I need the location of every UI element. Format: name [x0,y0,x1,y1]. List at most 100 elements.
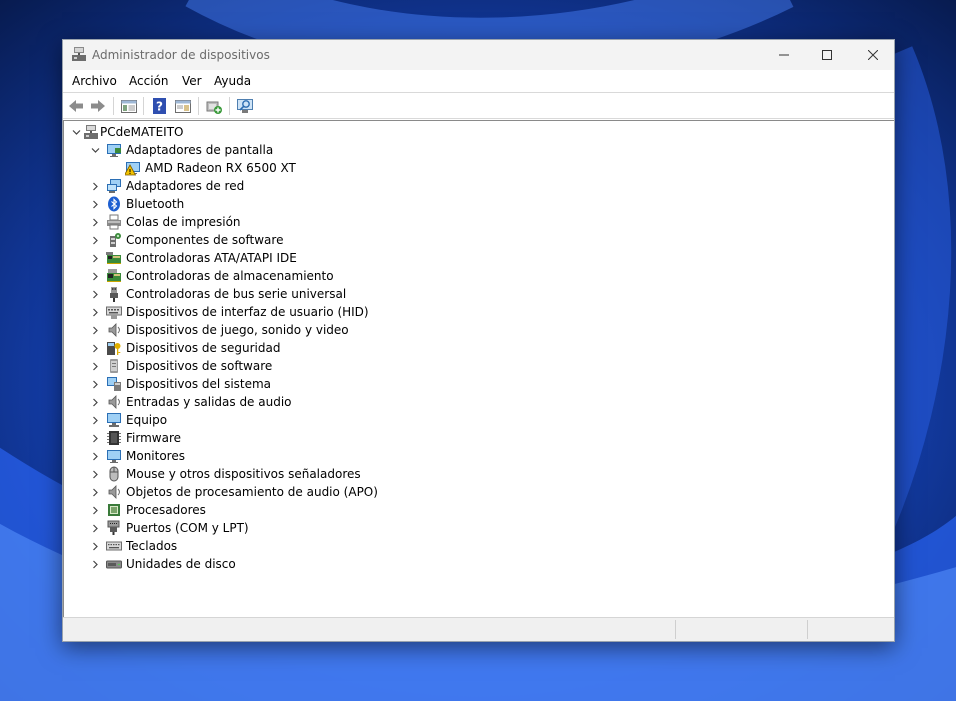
toolbar-separator [198,97,199,115]
chevron-down-icon[interactable] [90,141,100,159]
forward-arrow-icon [91,100,105,112]
computer-tower-icon [83,124,99,140]
tree-category-label: Dispositivos del sistema [126,377,272,391]
speaker-icon [106,322,122,338]
update-driver-icon [206,101,222,114]
tree-category-label: Firmware [126,431,181,445]
tree-category-label: Puertos (COM y LPT) [126,521,249,535]
chevron-right-icon[interactable] [90,393,100,411]
menu-ayuda[interactable]: Ayuda [210,70,255,92]
keyboard-icon [106,538,122,554]
chevron-right-icon[interactable] [90,285,100,303]
warning-display-icon [123,160,141,176]
properties-button[interactable] [173,97,193,115]
tree-category-label: Dispositivos de seguridad [126,341,281,355]
properties-icon [175,100,191,113]
show-hide-tree-icon [121,100,137,113]
help-button[interactable]: ? [150,97,170,115]
processor-icon [106,502,122,518]
chevron-right-icon[interactable] [90,249,100,267]
disk-drive-icon [106,556,122,572]
tree-category-label: Bluetooth [126,197,185,211]
chevron-right-icon[interactable] [90,231,100,249]
network-adapter-icon [106,178,122,194]
storage-controller-icon [106,268,122,284]
speaker-icon [106,394,122,410]
maximize-button[interactable] [804,40,850,70]
computer-icon [106,412,122,428]
chevron-right-icon[interactable] [90,429,100,447]
tree-category-label: Monitores [126,449,185,463]
chevron-right-icon[interactable] [90,339,100,357]
display-adapter-icon [106,142,122,158]
scan-hardware-button[interactable] [235,97,255,115]
system-device-icon [106,376,122,392]
device-manager-app-icon [71,46,87,62]
chevron-right-icon[interactable] [90,321,100,339]
help-icon: ? [153,98,166,114]
tree-category-label: Dispositivos de interfaz de usuario (HID… [126,305,369,319]
bluetooth-icon [106,196,122,212]
mouse-icon [106,466,122,482]
window-title: Administrador de dispositivos [92,48,270,62]
chevron-right-icon[interactable] [90,519,100,537]
monitor-icon [106,448,122,464]
tree-category-label: Colas de impresión [126,215,241,229]
tree-category-label: Equipo [126,413,168,427]
tree-category-label: Dispositivos de juego, sonido y video [126,323,349,337]
show-hide-tree-button[interactable] [119,97,139,115]
status-bar [63,617,894,641]
menu-accion[interactable]: Acción [125,70,172,92]
status-panel [675,620,807,639]
scan-hardware-icon [237,99,253,113]
chevron-right-icon[interactable] [90,375,100,393]
svg-text:?: ? [156,100,163,114]
tree-device-label: AMD Radeon RX 6500 XT [145,161,296,175]
toolbar-separator [143,97,144,115]
chevron-right-icon[interactable] [90,465,100,483]
chevron-right-icon[interactable] [90,213,100,231]
back-arrow-icon [69,100,83,112]
chevron-right-icon[interactable] [90,555,100,573]
minimize-button[interactable] [761,40,807,70]
tree-category-label: Adaptadores de red [126,179,245,193]
chevron-right-icon[interactable] [90,537,100,555]
software-component-icon [106,232,122,248]
device-manager-window: Administrador de dispositivos Archivo Ac… [62,39,895,642]
status-panel [807,620,894,639]
close-button[interactable] [850,40,896,70]
speaker-icon [106,484,122,500]
chevron-right-icon[interactable] [90,177,100,195]
tree-category-label: Controladoras de bus serie universal [126,287,347,301]
menu-archivo[interactable]: Archivo [68,70,121,92]
chevron-down-icon[interactable] [71,123,81,141]
update-driver-button[interactable] [204,97,224,115]
title-bar[interactable]: Administrador de dispositivos [63,40,894,70]
chevron-right-icon[interactable] [90,195,100,213]
tree-category-label: Teclados [126,539,178,553]
device-tree[interactable]: PCdeMATEITO Adaptadores de pantalla AMD R… [63,120,894,617]
chevron-right-icon[interactable] [90,411,100,429]
chevron-right-icon[interactable] [90,447,100,465]
security-key-icon [106,340,122,356]
tree-category-label: Mouse y otros dispositivos señaladores [126,467,361,481]
chevron-right-icon[interactable] [90,501,100,519]
chevron-right-icon[interactable] [90,303,100,321]
software-device-icon [106,358,122,374]
tree-category-label: Dispositivos de software [126,359,273,373]
chevron-right-icon[interactable] [90,357,100,375]
printer-icon [106,214,122,230]
chevron-right-icon[interactable] [90,483,100,501]
port-icon [106,520,122,536]
back-button[interactable] [66,97,86,115]
ide-controller-icon [106,250,122,266]
tree-category-label: Entradas y salidas de audio [126,395,292,409]
chevron-right-icon[interactable] [90,267,100,285]
toolbar-separator [229,97,230,115]
tree-category-label: Unidades de disco [126,557,236,571]
menu-ver[interactable]: Ver [178,70,206,92]
firmware-chip-icon [106,430,122,446]
toolbar-separator [113,97,114,115]
forward-button[interactable] [88,97,108,115]
tree-category-label: Objetos de procesamiento de audio (APO) [126,485,378,499]
